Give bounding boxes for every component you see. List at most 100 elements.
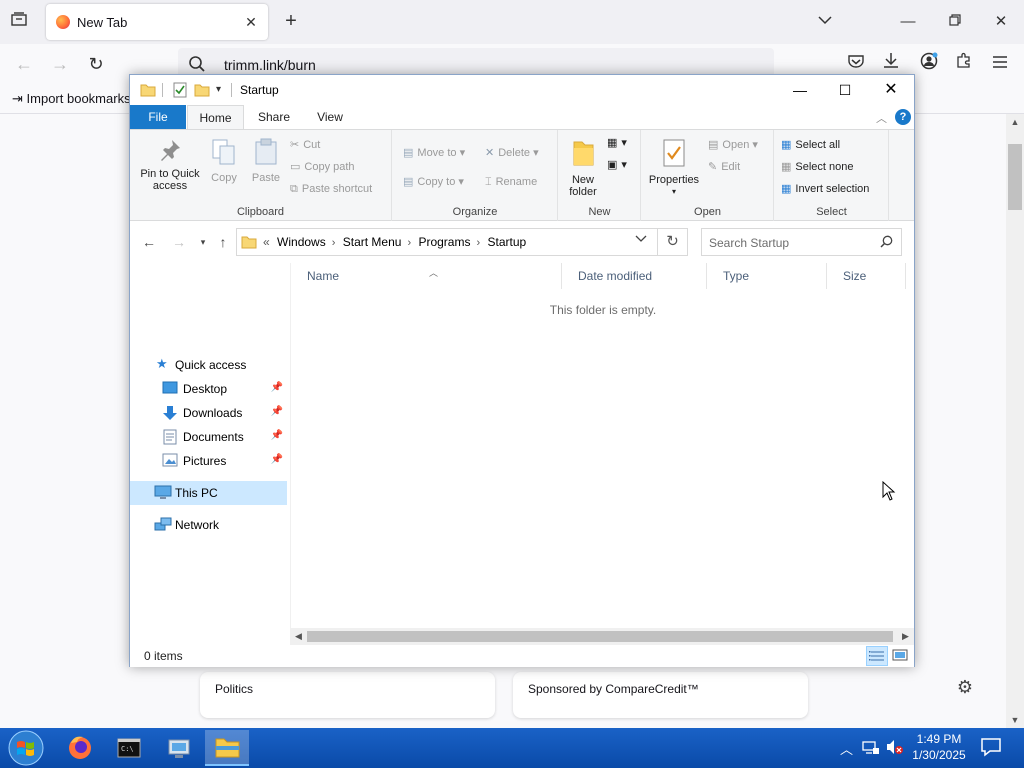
close-window-icon[interactable]: ✕ [989, 10, 1013, 34]
downloads-icon[interactable] [879, 52, 903, 76]
news-card[interactable]: Politics [200, 672, 495, 718]
maximize-icon[interactable]: ☐ [822, 75, 868, 105]
horizontal-scrollbar[interactable]: ◀ ▶ [290, 628, 914, 645]
select-all-button[interactable]: ▦ Select all [781, 136, 840, 154]
breadcrumb-overflow[interactable]: « [263, 235, 270, 249]
file-list[interactable]: Name ︿ Date modified Type Size This fold… [290, 263, 914, 628]
back-arrow-icon[interactable]: ← [12, 52, 36, 76]
search-box[interactable]: Search Startup [701, 228, 902, 256]
minimize-ribbon-icon[interactable]: ︿ [876, 110, 887, 126]
nav-desktop[interactable]: Desktop 📌 [130, 377, 287, 401]
scroll-down-icon[interactable]: ▼ [1006, 712, 1024, 728]
breadcrumb-item[interactable]: Start Menu [343, 235, 402, 249]
scissors-icon: ✂ [290, 139, 300, 152]
up-arrow-icon[interactable]: ↑ [214, 233, 232, 251]
select-none-button[interactable]: ▦ Select none [781, 158, 854, 176]
new-folder-icon[interactable] [194, 82, 210, 98]
nav-this-pc[interactable]: This PC [130, 481, 287, 505]
list-all-tabs-icon[interactable] [8, 12, 30, 32]
breadcrumb-item[interactable]: Startup [487, 235, 526, 249]
menu-icon[interactable] [988, 52, 1012, 76]
scrollbar-thumb[interactable] [307, 631, 893, 642]
minimize-icon[interactable]: — [777, 75, 823, 105]
taskbar-network-app[interactable] [157, 730, 201, 766]
address-bar[interactable]: « Windows › Start Menu › Programs › Startup [236, 228, 658, 256]
column-size[interactable]: Size [827, 263, 906, 289]
pin-label: Pin to Quick access [140, 168, 200, 192]
customize-quick-access-icon[interactable]: ▾ [216, 84, 221, 100]
tab-share[interactable]: Share [248, 105, 300, 129]
paste-shortcut-button[interactable]: ⧉ Paste shortcut [290, 180, 372, 198]
forward-arrow-icon[interactable]: → [48, 52, 72, 76]
scroll-right-icon[interactable]: ▶ [897, 628, 914, 645]
copy-button[interactable]: Copy [204, 138, 244, 184]
tab-file[interactable]: File [130, 105, 186, 129]
import-bookmarks-link[interactable]: ⇥ Import bookmarks... [12, 91, 141, 107]
new-tab-button[interactable]: + [280, 11, 302, 33]
easy-access-button[interactable]: ▣ ▾ [607, 156, 627, 174]
properties-button[interactable]: Properties ▾ [644, 138, 704, 198]
nav-pictures[interactable]: Pictures 📌 [130, 449, 287, 473]
invert-selection-button[interactable]: ▦ Invert selection [781, 180, 869, 198]
scrollbar-thumb[interactable] [1008, 144, 1022, 210]
browser-tab[interactable]: New Tab ✕ [46, 4, 268, 40]
gear-icon[interactable]: ⚙ [954, 676, 976, 698]
sponsored-card[interactable]: Sponsored by CompareCredit™ [513, 672, 808, 718]
tab-home[interactable]: Home [187, 105, 244, 129]
nav-documents[interactable]: Documents 📌 [130, 425, 287, 449]
help-icon[interactable]: ? [895, 109, 911, 125]
move-to-icon: ▤ [403, 147, 414, 160]
network-status-icon[interactable] [862, 739, 880, 758]
taskbar-file-explorer[interactable] [205, 730, 249, 766]
breadcrumb-item[interactable]: Windows [277, 235, 326, 249]
pin-to-quick-access-button[interactable]: Pin to Quick access [134, 138, 206, 192]
start-button[interactable] [6, 729, 46, 767]
column-date-modified[interactable]: Date modified [562, 263, 707, 289]
chevron-down-icon[interactable] [815, 12, 835, 32]
back-arrow-icon[interactable]: ← [140, 233, 158, 251]
cut-button[interactable]: ✂ Cut [290, 136, 320, 154]
scroll-up-icon[interactable]: ▲ [1006, 114, 1024, 130]
taskbar-firefox[interactable] [58, 730, 102, 766]
action-center-icon[interactable] [980, 737, 1002, 757]
forward-arrow-icon[interactable]: → [170, 233, 188, 251]
rename-button[interactable]: ⌶ Rename [485, 173, 537, 191]
computer-icon [154, 485, 172, 499]
new-item-button[interactable]: ▦ ▾ [607, 134, 627, 152]
column-type[interactable]: Type [707, 263, 827, 289]
properties-check-icon[interactable] [172, 82, 188, 98]
show-hidden-icons[interactable]: ︿ [840, 739, 853, 758]
delete-button[interactable]: ✕ Delete ▾ [485, 144, 539, 162]
copy-path-button[interactable]: ▭ Copy path [290, 158, 355, 176]
close-tab-icon[interactable]: ✕ [242, 13, 260, 31]
copy-to-button[interactable]: ▤ Copy to ▾ [403, 173, 464, 191]
open-button[interactable]: ▤ Open ▾ [708, 136, 758, 154]
restore-icon[interactable] [943, 10, 967, 34]
volume-muted-icon[interactable] [886, 739, 904, 758]
large-icons-view-icon[interactable] [890, 646, 912, 666]
close-icon[interactable]: ✕ [868, 75, 914, 105]
details-view-icon[interactable] [866, 646, 888, 666]
minimize-icon[interactable]: — [896, 10, 920, 34]
scroll-left-icon[interactable]: ◀ [290, 628, 307, 645]
nav-downloads[interactable]: Downloads 📌 [130, 401, 287, 425]
move-to-button[interactable]: ▤ Move to ▾ [403, 144, 465, 162]
account-icon[interactable] [917, 52, 941, 76]
refresh-icon[interactable]: ↻ [658, 228, 688, 256]
reload-icon[interactable]: ↻ [84, 52, 108, 76]
extensions-icon[interactable] [952, 52, 976, 76]
pocket-icon[interactable] [844, 52, 868, 76]
nav-network[interactable]: Network [130, 513, 287, 537]
breadcrumb-item[interactable]: Programs [418, 235, 470, 249]
page-scrollbar[interactable]: ▲ ▼ [1006, 114, 1024, 728]
column-name[interactable]: Name ︿ [291, 263, 562, 289]
new-folder-button[interactable]: New folder [563, 138, 603, 198]
tab-view[interactable]: View [304, 105, 356, 129]
recent-locations-icon[interactable]: ▾ [194, 233, 212, 251]
paste-button[interactable]: Paste [246, 138, 286, 184]
edit-button[interactable]: ✎ Edit [708, 158, 740, 176]
taskbar-command-prompt[interactable]: C:\ [107, 730, 151, 766]
address-dropdown-icon[interactable] [635, 234, 647, 246]
clock[interactable]: 1:49 PM 1/30/2025 [905, 731, 973, 763]
nav-quick-access[interactable]: ★ Quick access [130, 353, 287, 377]
